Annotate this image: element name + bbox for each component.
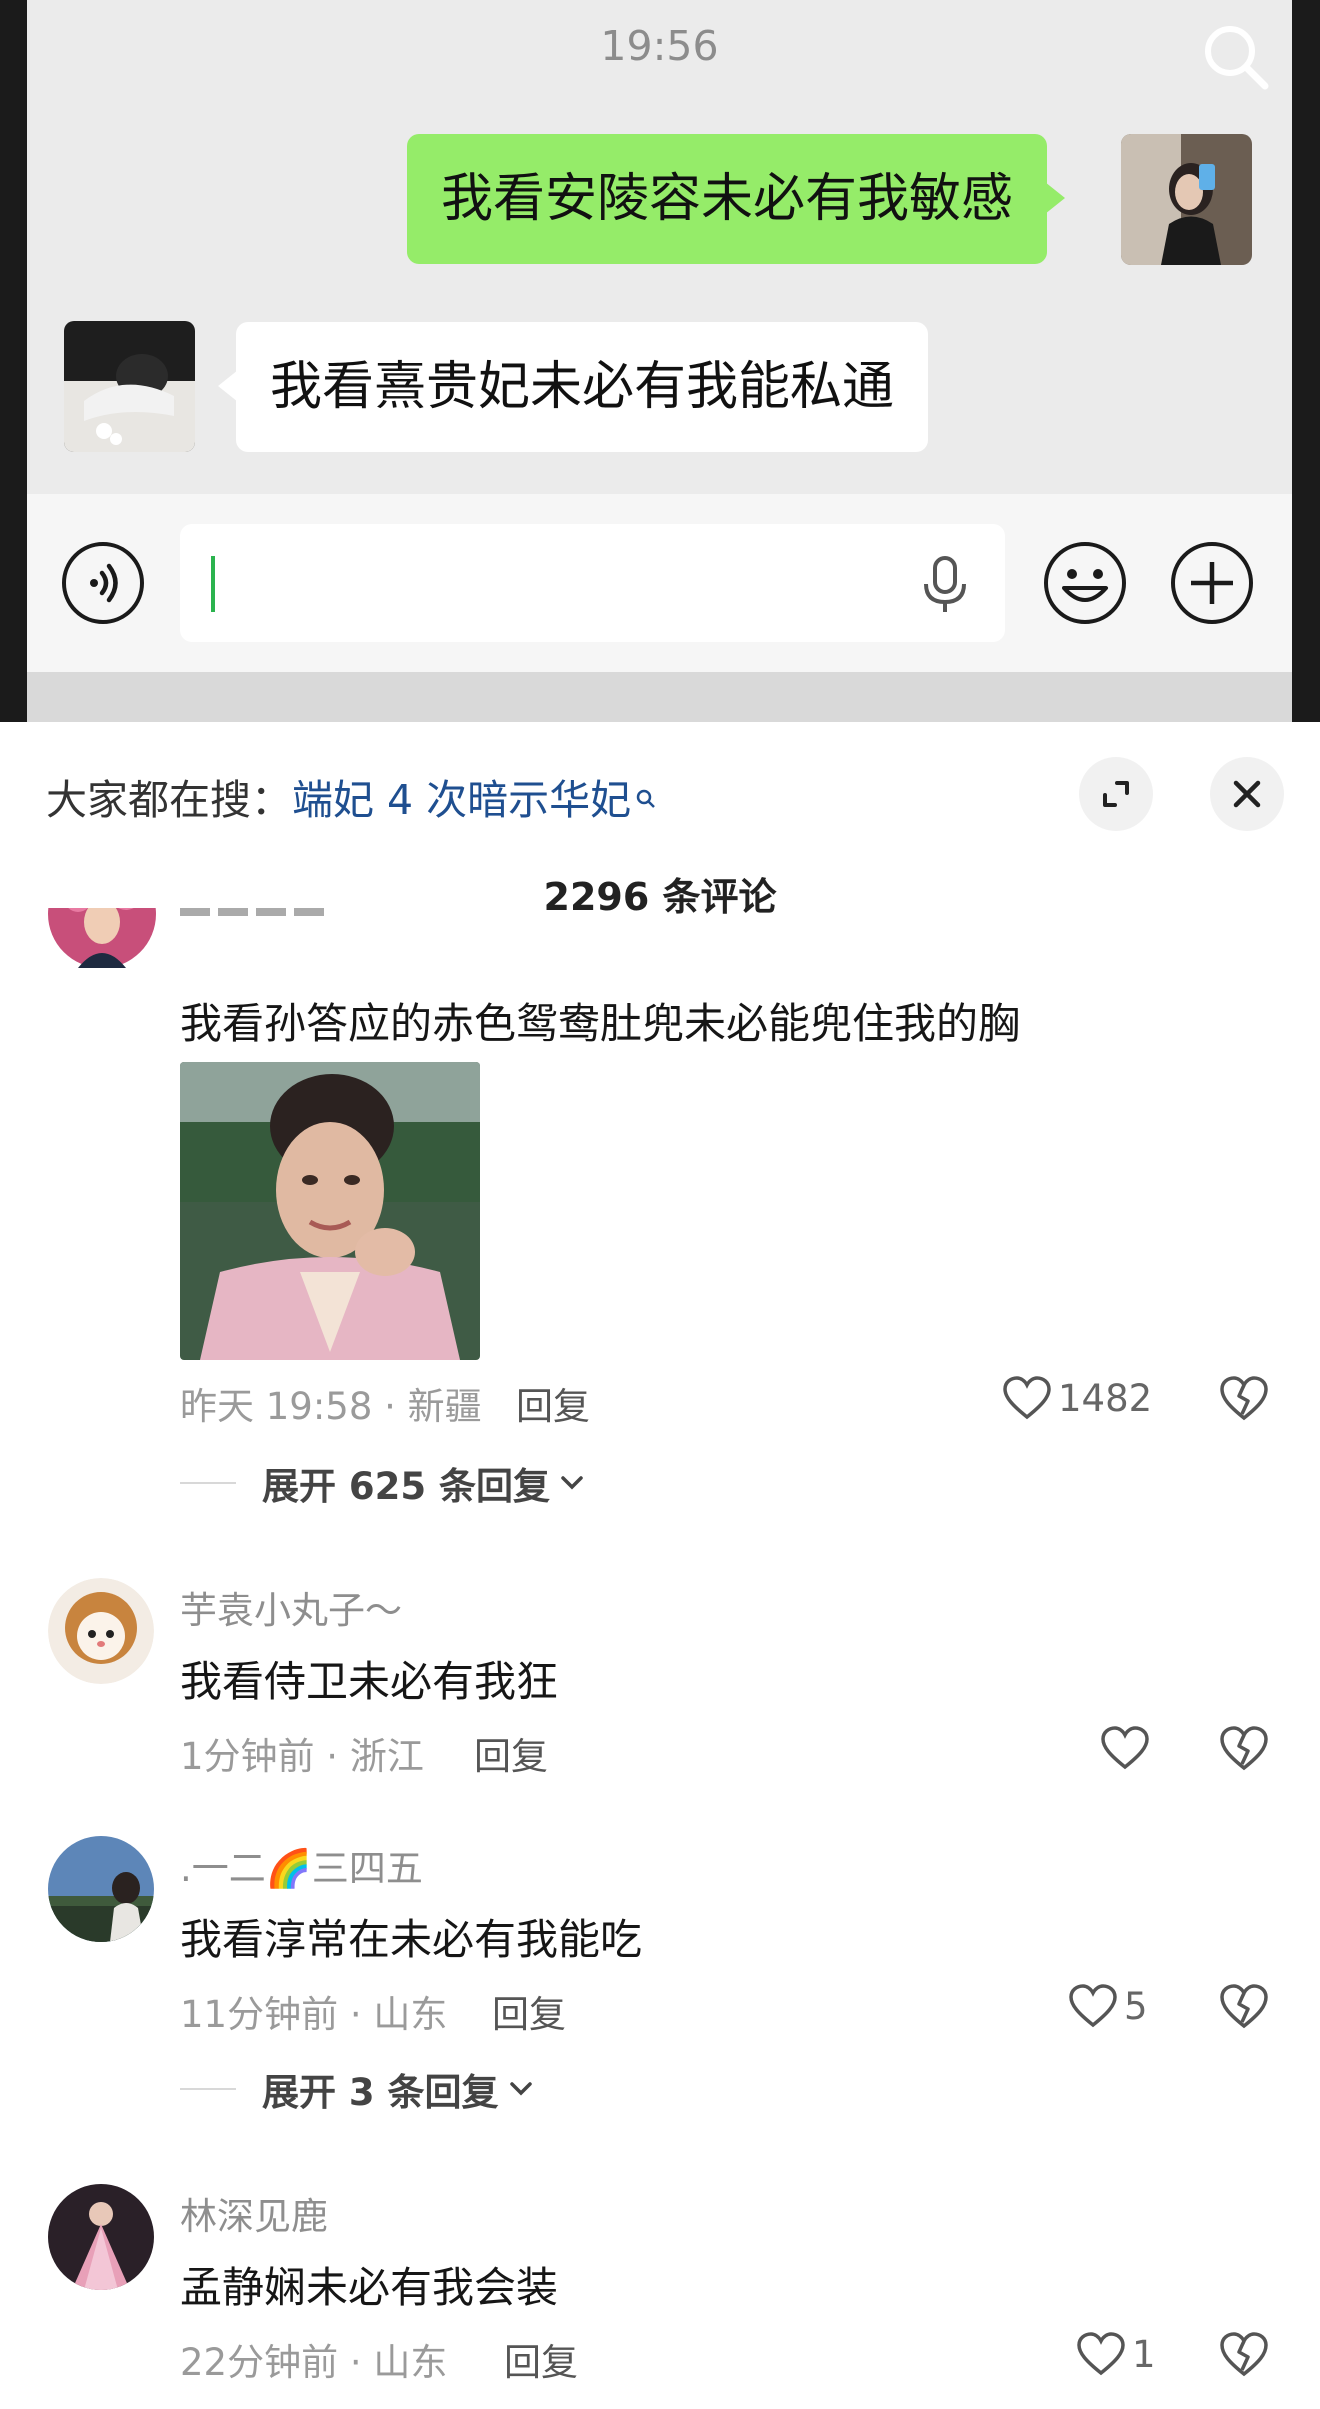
heart-icon <box>1069 1984 1117 2028</box>
chevron-down-icon <box>509 2082 532 2096</box>
reply-button[interactable]: 回复 <box>474 1726 548 1780</box>
broken-heart-icon[interactable] <box>1218 2330 1270 2378</box>
comment-sheet: 大家都在搜：端妃 4 次暗示华妃 2296 条评论 我看孙答应的赤色鸳鸯肚兜未必… <box>0 722 1320 2409</box>
like-count: 1 <box>1132 2332 1156 2376</box>
reply-button[interactable]: 回复 <box>516 1376 590 1430</box>
avatar-receiver <box>64 321 195 452</box>
expand-replies-label: 展开 625 条回复 <box>262 1465 550 1508</box>
comment-text: 我看侍卫未必有我狂 <box>180 1657 559 1706</box>
text-cursor <box>211 556 215 612</box>
comment-meta: 1分钟前 · 浙江 <box>180 1735 424 1778</box>
avatar-sender <box>1121 134 1252 265</box>
chat-input-bar <box>27 494 1292 672</box>
username-clipped <box>180 908 340 920</box>
comment-meta: 昨天 19:58 · 新疆 <box>180 1385 482 1428</box>
divider-line <box>180 1482 236 1484</box>
like-button[interactable]: 1 <box>1076 2328 1156 2380</box>
microphone-icon[interactable] <box>916 554 974 616</box>
broken-heart-icon[interactable] <box>1218 1982 1270 2030</box>
comment-image[interactable] <box>180 1062 480 1360</box>
small-search-icon <box>635 772 657 808</box>
heart-icon <box>1003 1376 1051 1420</box>
username[interactable]: .一二🌈三四五 <box>180 1838 423 1892</box>
chevron-down-icon <box>561 1476 583 1490</box>
like-count: 5 <box>1124 1984 1148 2028</box>
expand-replies-label: 展开 3 条回复 <box>262 2071 499 2114</box>
like-count: 1482 <box>1058 1376 1153 1420</box>
expand-icon[interactable] <box>1079 757 1153 831</box>
plus-icon[interactable] <box>1169 540 1255 626</box>
chat-bottom-strip <box>27 672 1292 722</box>
chat-timestamp: 19:56 <box>600 22 719 70</box>
comment-meta: 11分钟前 · 山东 <box>180 1993 448 2036</box>
reply-button[interactable]: 回复 <box>504 2332 578 2386</box>
like-button[interactable]: 1482 <box>1002 1372 1152 1424</box>
expand-replies[interactable]: 展开 625 条回复 <box>180 1456 586 1510</box>
broken-heart-icon[interactable] <box>1218 1724 1270 1772</box>
emoji-icon[interactable] <box>1042 540 1128 626</box>
comment-meta: 22分钟前 · 山东 <box>180 2341 448 2384</box>
expand-replies[interactable]: 展开 3 条回复 <box>180 2062 535 2116</box>
comment-text: 我看淳常在未必有我能吃 <box>180 1915 643 1964</box>
heart-icon <box>1101 1726 1149 1770</box>
username[interactable]: 林深见鹿 <box>180 2186 328 2240</box>
like-button[interactable]: 5 <box>1068 1980 1148 2032</box>
message-bubble-received: 我看熹贵妃未必有我能私通 <box>217 322 929 452</box>
avatar[interactable] <box>48 1836 154 1942</box>
like-button[interactable] <box>1100 1722 1150 1774</box>
chat-screenshot: 19:56 我看安陵容未必有我敏感 我看熹贵妃未必有我能私通 <box>0 0 1320 722</box>
search-hint-link[interactable]: 端妃 4 次暗示华妃 <box>292 776 631 824</box>
avatar-clip <box>48 908 156 968</box>
comment-text: 孟静娴未必有我会装 <box>180 2263 559 2312</box>
avatar[interactable] <box>48 2184 154 2290</box>
avatar[interactable] <box>48 1578 154 1684</box>
comment-text: 我看孙答应的赤色鸳鸯肚兜未必能兜住我的胸 <box>180 999 1021 1048</box>
message-bubble-sent: 我看安陵容未必有我敏感 <box>407 134 1066 264</box>
close-icon[interactable] <box>1210 757 1284 831</box>
voice-icon[interactable] <box>60 540 146 626</box>
broken-heart-icon[interactable] <box>1218 1374 1270 1422</box>
search-icon[interactable] <box>1197 18 1277 98</box>
avatar[interactable] <box>48 722 156 830</box>
heart-icon <box>1077 2332 1125 2376</box>
reply-button[interactable]: 回复 <box>492 1984 566 2038</box>
chat-window: 19:56 我看安陵容未必有我敏感 我看熹贵妃未必有我能私通 <box>27 0 1292 722</box>
username[interactable]: 芋袁小丸子～ <box>180 1580 402 1634</box>
message-input[interactable] <box>180 524 1005 642</box>
divider-line <box>180 2088 236 2090</box>
